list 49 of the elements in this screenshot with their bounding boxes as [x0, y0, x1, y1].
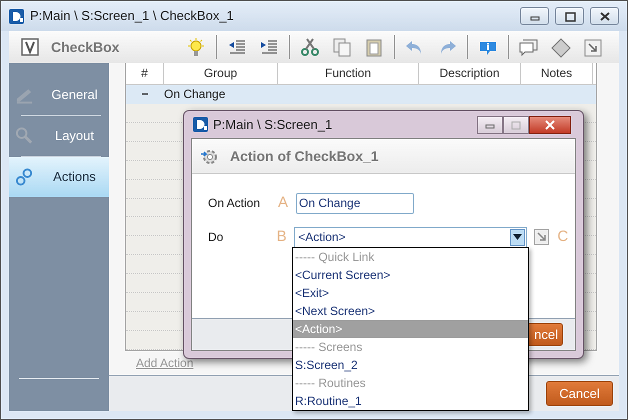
list-option[interactable]: R:Routine_1: [293, 392, 528, 410]
export-button[interactable]: [534, 229, 550, 245]
cut-icon[interactable]: [299, 36, 321, 58]
export-icon[interactable]: [582, 36, 604, 58]
list-option[interactable]: S:Screen_2: [293, 356, 528, 374]
list-option[interactable]: <Current Screen>: [293, 266, 528, 284]
column-header: Function: [278, 63, 419, 84]
app-logo-icon: [193, 117, 208, 132]
column-header: Notes: [521, 63, 593, 84]
close-button[interactable]: [590, 7, 619, 25]
close-icon: [544, 120, 556, 130]
checkbox-icon: [21, 38, 39, 56]
app-logo-icon: [9, 8, 24, 24]
lightbulb-icon[interactable]: [185, 36, 207, 58]
dropdown-arrow-icon[interactable]: [512, 234, 522, 240]
dialog-heading: Action of CheckBox_1: [230, 146, 379, 166]
field-label: On Action: [208, 195, 262, 212]
toolbar-title: CheckBox: [51, 38, 120, 56]
dialog-title: P:Main \ S:Screen_1: [213, 116, 332, 134]
window-title: P:Main \ S:Screen_1 \ CheckBox_1: [30, 7, 234, 26]
list-option[interactable]: <Next Screen>: [293, 302, 528, 320]
list-group-header: ----- Quick Link: [294, 249, 376, 266]
column-header: #: [126, 63, 164, 84]
field-marker: C: [557, 226, 570, 247]
export-icon: [536, 232, 546, 242]
comment-icon[interactable]: [518, 36, 540, 58]
collapse-toggle[interactable]: −: [126, 85, 164, 104]
gear-icon: [200, 147, 218, 165]
column-header: Description: [419, 63, 521, 84]
field-marker: B: [276, 226, 288, 247]
close-button[interactable]: [529, 116, 571, 134]
maximize-button[interactable]: [555, 7, 584, 25]
list-group-header: ----- Routines: [294, 375, 367, 392]
group-row-label: On Change: [164, 86, 226, 104]
cancel-button[interactable]: Cancel: [546, 381, 613, 406]
close-icon: [598, 10, 610, 22]
column-header: Group: [164, 63, 278, 84]
list-group-header: ----- Screens: [294, 339, 364, 356]
copy-icon[interactable]: [331, 36, 353, 58]
field-marker: A: [278, 192, 290, 213]
minimize-button[interactable]: [520, 7, 549, 25]
field-label: Do: [208, 229, 224, 246]
on-action-field[interactable]: On Change: [296, 192, 414, 214]
maximize-icon: [510, 120, 522, 130]
diamond-icon[interactable]: [550, 36, 572, 58]
sidebar-tab[interactable]: Actions: [9, 157, 109, 197]
maximize-icon: [564, 10, 576, 22]
list-option[interactable]: <Exit>: [293, 284, 528, 302]
minimize-button[interactable]: [477, 116, 503, 134]
